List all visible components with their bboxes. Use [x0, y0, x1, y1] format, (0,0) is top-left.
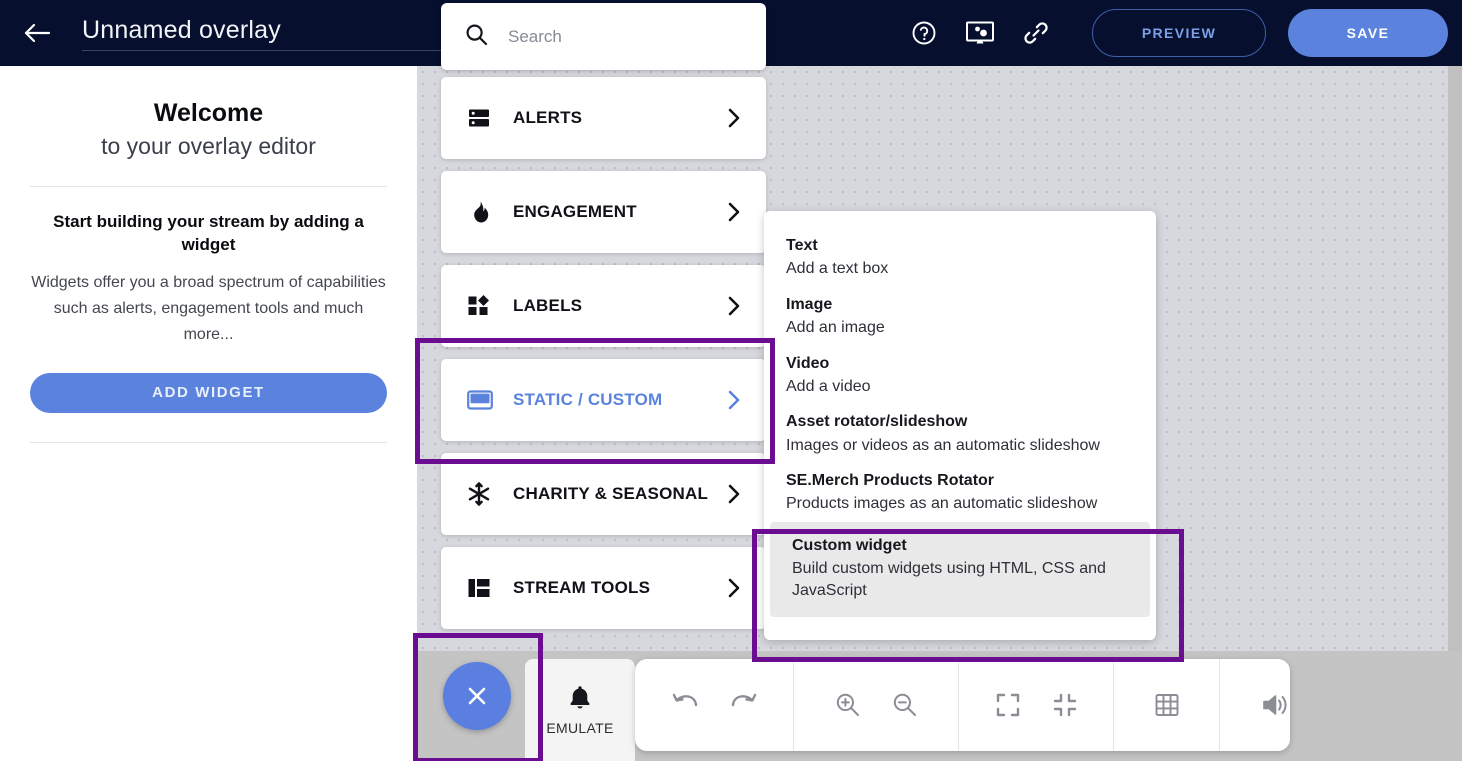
- toolbar-group-history: [635, 659, 794, 751]
- menu-item-alerts[interactable]: ALERTS: [441, 77, 766, 159]
- submenu-option-desc: Products images as an automatic slidesho…: [786, 495, 1098, 513]
- canvas-vertical-scrollbar[interactable]: [1448, 66, 1462, 651]
- widget-category-menu: ALERTS ENGAGEMENT LABELS STATIC / CUSTOM…: [441, 77, 766, 641]
- submenu-option-image[interactable]: Image Add an image: [764, 287, 1156, 346]
- start-building-body: Widgets offer you a broad spectrum of ca…: [31, 273, 386, 343]
- toolbar-group-grid: [1114, 659, 1220, 751]
- volume-button[interactable]: [1246, 659, 1303, 751]
- toolbar-group-zoom: [794, 659, 959, 751]
- submenu-option-desc: Add a text box: [786, 260, 889, 278]
- submenu-option-title: Video: [786, 354, 830, 372]
- chevron-right-icon: [727, 295, 742, 317]
- submenu-option-desc: Build custom widgets using HTML, CSS and…: [792, 560, 1106, 599]
- add-widget-button[interactable]: ADD WIDGET: [30, 372, 387, 413]
- search-input[interactable]: [508, 26, 738, 47]
- overlay-title-wrap[interactable]: Unnamed overlay: [82, 16, 452, 51]
- page-title[interactable]: Unnamed overlay: [82, 16, 452, 51]
- app-root: Welcome to your overlay editor Start bui…: [0, 0, 1462, 761]
- chevron-right-icon: [727, 201, 742, 223]
- bell-icon: [568, 685, 592, 716]
- back-arrow-icon[interactable]: [14, 0, 60, 66]
- help-icon[interactable]: [896, 0, 952, 66]
- zoom-in-button[interactable]: [819, 659, 876, 751]
- menu-item-engagement[interactable]: ENGAGEMENT: [441, 171, 766, 253]
- menu-item-label: CHARITY & SEASONAL: [513, 484, 709, 503]
- toolbar-group-fit: [959, 659, 1114, 751]
- submenu-option-desc: Add an image: [786, 318, 885, 336]
- expand-button[interactable]: [979, 659, 1036, 751]
- submenu-option-title: Image: [786, 295, 833, 313]
- undo-button[interactable]: [657, 659, 714, 751]
- emulate-button[interactable]: EMULATE: [525, 659, 635, 761]
- submenu-option-title: SE.Merch Products Rotator: [786, 472, 995, 490]
- shapes-icon: [467, 294, 497, 318]
- panel-divider-top: [30, 186, 387, 187]
- menu-item-label: STATIC / CUSTOM: [513, 390, 663, 409]
- menu-item-label: ENGAGEMENT: [513, 202, 637, 221]
- menu-item-label: STREAM TOOLS: [513, 578, 651, 597]
- close-widget-panel-button[interactable]: [443, 662, 511, 730]
- submenu-option-desc: Images or videos as an automatic slidesh…: [786, 436, 1100, 454]
- submenu-option-asset-rotator[interactable]: Asset rotator/slideshow Images or videos…: [764, 404, 1156, 463]
- emulate-label: EMULATE: [546, 719, 614, 736]
- toolbar-group-audio: [1220, 659, 1329, 751]
- widget-search-box[interactable]: [441, 3, 766, 70]
- submenu-option-title: Asset rotator/slideshow: [786, 413, 968, 431]
- server-icon: [467, 106, 497, 130]
- welcome-subheading: to your overlay editor: [101, 133, 316, 159]
- redo-button[interactable]: [714, 659, 771, 751]
- layout-icon: [467, 576, 497, 600]
- menu-item-charity-seasonal[interactable]: CHARITY & SEASONAL: [441, 453, 766, 535]
- chevron-right-icon: [727, 389, 742, 411]
- static-panel-icon: [467, 388, 497, 412]
- link-icon[interactable]: [1008, 0, 1064, 66]
- save-button[interactable]: SAVE: [1288, 9, 1448, 57]
- chevron-right-icon: [727, 107, 742, 129]
- start-building-heading: Start building your stream by adding a w…: [53, 212, 364, 254]
- static-custom-submenu: Text Add a text box Image Add an image V…: [764, 211, 1156, 640]
- header-actions: PREVIEW SAVE: [896, 0, 1462, 66]
- submenu-option-title: Text: [786, 237, 818, 254]
- menu-item-label: ALERTS: [513, 108, 583, 127]
- menu-item-stream-tools[interactable]: STREAM TOOLS: [441, 547, 766, 629]
- menu-item-static-custom[interactable]: STATIC / CUSTOM: [441, 359, 766, 441]
- grid-button[interactable]: [1138, 659, 1195, 751]
- zoom-out-button[interactable]: [876, 659, 933, 751]
- submenu-option-custom-widget[interactable]: Custom widget Build custom widgets using…: [770, 521, 1150, 618]
- submenu-option-desc: Add a video: [786, 377, 871, 395]
- canvas-toolbar: [635, 659, 1290, 751]
- menu-item-label: LABELS: [513, 296, 583, 315]
- submenu-option-text[interactable]: Text Add a text box: [764, 228, 1156, 287]
- search-icon: [465, 23, 488, 51]
- welcome-heading: Welcome: [153, 99, 264, 127]
- snowflake-icon: [467, 482, 497, 506]
- flame-icon: [467, 200, 497, 224]
- collapse-button[interactable]: [1036, 659, 1093, 751]
- chevron-right-icon: [727, 577, 742, 599]
- panel-divider-bottom: [30, 441, 387, 443]
- submenu-option-video[interactable]: Video Add a video: [764, 346, 1156, 405]
- submenu-option-semerch-rotator[interactable]: SE.Merch Products Rotator Products image…: [764, 463, 1156, 522]
- chevron-right-icon: [727, 483, 742, 505]
- submenu-option-title: Custom widget: [792, 536, 907, 554]
- welcome-panel: Welcome to your overlay editor Start bui…: [0, 66, 417, 761]
- preview-button[interactable]: PREVIEW: [1092, 9, 1266, 57]
- menu-item-labels[interactable]: LABELS: [441, 265, 766, 347]
- monitor-settings-icon[interactable]: [952, 0, 1008, 66]
